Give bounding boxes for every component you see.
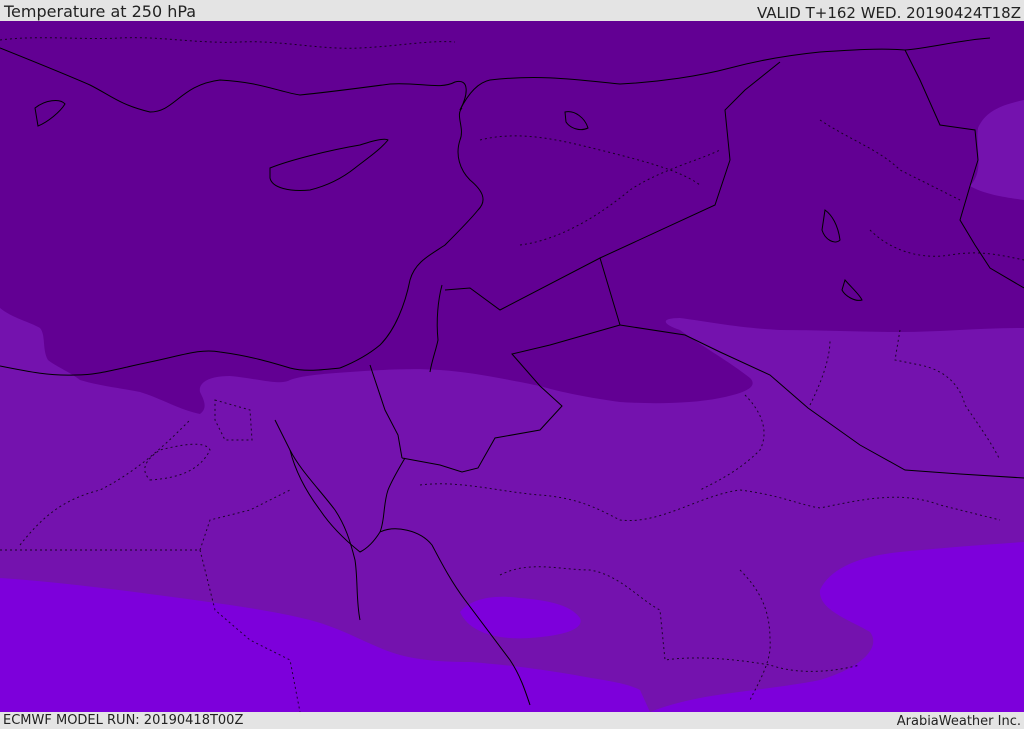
valid-time: VALID T+162 WED. 20190424T18Z — [756, 4, 1021, 22]
model-run-label: ECMWF MODEL RUN: 20190418T00Z — [3, 713, 244, 728]
map-header: Temperature at 250 hPa VALID T+162 WED. … — [0, 0, 1024, 21]
map-title: Temperature at 250 hPa — [4, 2, 197, 21]
credit-label: ArabiaWeather Inc. — [896, 714, 1021, 729]
temperature-map — [0, 21, 1024, 712]
map-footer: ECMWF MODEL RUN: 20190418T00Z ArabiaWeat… — [0, 712, 1024, 729]
